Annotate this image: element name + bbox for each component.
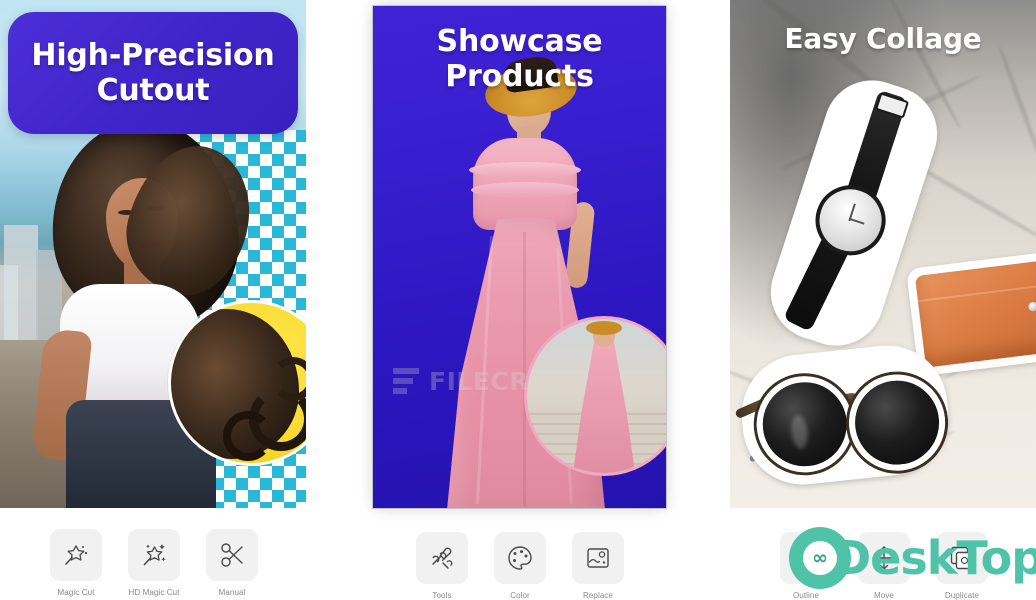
watch-hand-hour [848, 217, 865, 225]
magic-wand-icon [65, 545, 88, 565]
tool-duplicate-label: Duplicate [944, 591, 980, 600]
outline-icon [793, 545, 819, 571]
preview-hat [586, 321, 622, 335]
collage-sunglasses[interactable] [734, 339, 955, 491]
tool-magic-cut-label: Magic Cut [57, 588, 95, 597]
tool-hd-magic-cut-label: HD Magic Cut [128, 588, 180, 597]
toolbar-high-precision-cutout: Magic Cut HD Magic Cut Manual [38, 529, 270, 597]
tool-replace-tile[interactable] [572, 532, 624, 584]
model2-dress-ruffle [471, 182, 579, 198]
magic-wand-sparkle-icon [143, 544, 166, 566]
tool-replace[interactable]: Replace [560, 532, 636, 600]
tool-tools[interactable]: Tools [404, 532, 480, 600]
panel3-banner-text: Easy Collage [784, 22, 982, 55]
toolbar-easy-collage: Outline Move Duplicate [768, 532, 1000, 600]
panel2-banner-line1: Showcase [436, 24, 603, 59]
filecr-mark-icon [393, 366, 423, 396]
panel2-banner-text: Showcase Products [373, 24, 666, 95]
wallet-stud [1027, 301, 1036, 312]
screenshot-board: High-Precision Cutout Magic Cut HD Magic… [0, 0, 1036, 600]
panel1-banner-line2: Cutout [96, 73, 210, 108]
panel2-banner-line2: Products [445, 59, 594, 95]
tool-replace-label: Replace [582, 591, 614, 600]
tool-move-label: Move [874, 591, 894, 600]
panel1-banner-text: High-Precision Cutout [31, 38, 274, 109]
tool-manual[interactable]: Manual [194, 529, 270, 597]
wallet-body [914, 260, 1036, 368]
duplicate-icon [950, 546, 974, 570]
tool-move[interactable]: Move [846, 532, 922, 600]
skyline-building [0, 265, 18, 345]
tool-hd-magic-cut[interactable]: HD Magic Cut [116, 529, 192, 597]
panel3-banner: Easy Collage [730, 22, 1036, 55]
preview-dress [573, 335, 635, 473]
move-arrows-icon [872, 546, 896, 570]
tool-color[interactable]: Color [482, 532, 558, 600]
tool-tools-tile[interactable] [416, 532, 468, 584]
filecr-watermark: FILECR .com [393, 358, 645, 404]
panel-high-precision-cutout: High-Precision Cutout [0, 0, 306, 508]
tool-duplicate[interactable]: Duplicate [924, 532, 1000, 600]
tool-color-label: Color [510, 591, 530, 600]
lens-highlight [789, 414, 810, 450]
collage-wallet[interactable] [905, 251, 1036, 377]
scissors-icon [221, 543, 243, 567]
tool-outline[interactable]: Outline [768, 532, 844, 600]
tool-magic-cut-tile[interactable] [50, 529, 102, 581]
hair-detail-magnifier [168, 300, 306, 466]
filecr-watermark-suffix: .com [535, 387, 557, 398]
tool-move-tile[interactable] [858, 532, 910, 584]
tools-icon [432, 547, 453, 569]
tool-manual-label: Manual [218, 588, 246, 597]
hair-curl [223, 411, 273, 461]
tool-hd-magic-cut-tile[interactable] [128, 529, 180, 581]
model2-dress-ruffle [469, 162, 581, 178]
panel1-banner-line1: High-Precision [31, 37, 275, 73]
panel1-banner: High-Precision Cutout [8, 12, 298, 134]
tool-duplicate-tile[interactable] [936, 532, 988, 584]
panel-showcase-products: FILECR .com Showcase Products [373, 6, 666, 508]
replace-image-icon [587, 548, 609, 568]
tool-outline-tile[interactable] [780, 532, 832, 584]
tool-outline-label: Outline [792, 591, 820, 600]
tool-tools-label: Tools [432, 591, 452, 600]
panel2-banner: Showcase Products [373, 24, 666, 95]
filecr-watermark-text: FILECR [429, 366, 529, 396]
tool-manual-tile[interactable] [206, 529, 258, 581]
tool-color-tile[interactable] [494, 532, 546, 584]
palette-icon [508, 546, 532, 570]
toolbar-showcase-products: Tools Color Replace [404, 532, 636, 600]
tool-magic-cut[interactable]: Magic Cut [38, 529, 114, 597]
